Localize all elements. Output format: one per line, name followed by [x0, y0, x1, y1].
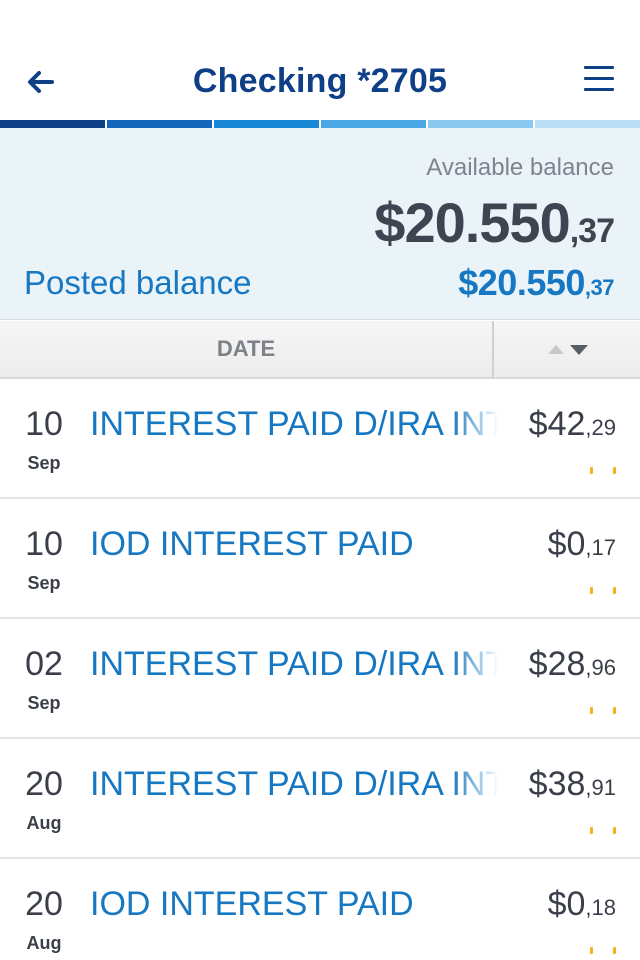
balance-panel: Available balance $20.550,37 Posted bala…	[0, 128, 640, 320]
transaction-month: Sep	[27, 453, 61, 473]
strip-segment	[321, 120, 426, 128]
transaction-amount-whole: $28	[528, 645, 586, 683]
transaction-day: 10	[25, 405, 63, 443]
transaction-flag-icon	[590, 467, 616, 475]
strip-segment	[428, 120, 533, 128]
transaction-flag-icon	[590, 587, 616, 595]
transaction-amount: $42,29	[529, 405, 616, 444]
transaction-description: INTEREST PAID D/IRA INT	[90, 645, 498, 683]
hamburger-menu-icon	[584, 66, 614, 91]
transaction-amount-whole: $0	[547, 885, 586, 923]
description-fade	[452, 759, 498, 813]
transaction-month: Aug	[26, 813, 62, 833]
transaction-month: Sep	[27, 573, 61, 593]
transaction-day: 20	[25, 885, 63, 923]
page-title: Checking *2705	[192, 62, 448, 100]
transaction-row[interactable]: 10 Sep IOD INTEREST PAID $0,17	[0, 499, 640, 619]
posted-balance-amount: $20.550,37	[458, 262, 614, 304]
posted-balance-whole: $20.550	[458, 262, 585, 303]
strip-segment	[107, 120, 212, 128]
column-header: DATE	[0, 321, 640, 379]
description-fade	[452, 639, 498, 693]
strip-segment	[214, 120, 319, 128]
date-column-header[interactable]: DATE	[0, 321, 492, 377]
transaction-amount-cents: ,18	[585, 895, 616, 920]
transaction-row[interactable]: 10 Sep INTEREST PAID D/IRA INT $42,29	[0, 379, 640, 499]
transaction-amount-whole: $42	[528, 405, 586, 443]
menu-button[interactable]	[584, 66, 614, 96]
transaction-amount-cents: ,29	[585, 415, 616, 440]
transaction-flag-icon	[590, 827, 616, 835]
transaction-day: 02	[25, 645, 63, 683]
transaction-day: 20	[25, 765, 63, 803]
transaction-description: IOD INTEREST PAID	[90, 885, 414, 923]
posted-balance-cents: ,37	[584, 275, 615, 300]
transaction-flag-icon	[590, 707, 616, 715]
transaction-amount: $28,96	[529, 645, 616, 684]
transaction-description: IOD INTEREST PAID	[90, 525, 414, 563]
transaction-amount-cents: ,17	[585, 535, 616, 560]
app-header: Checking *2705	[0, 0, 640, 120]
available-balance-cents: ,37	[569, 212, 615, 250]
transaction-month: Aug	[26, 933, 62, 953]
transaction-amount-cents: ,91	[585, 775, 616, 800]
description-fade	[452, 399, 498, 453]
transaction-amount: $0,18	[548, 885, 616, 924]
strip-segment	[0, 120, 105, 128]
transaction-amount-whole: $0	[547, 525, 586, 563]
description-fade	[452, 519, 498, 573]
transaction-list: 10 Sep INTEREST PAID D/IRA INT $42,29 10…	[0, 379, 640, 960]
transaction-description: INTEREST PAID D/IRA INT	[90, 405, 498, 443]
available-balance-whole: $20.550	[374, 191, 570, 254]
transaction-day: 10	[25, 525, 63, 563]
transaction-row[interactable]: 02 Sep INTEREST PAID D/IRA INT $28,96	[0, 619, 640, 739]
sort-button[interactable]	[494, 321, 640, 377]
description-fade	[452, 879, 498, 933]
transaction-amount-whole: $38	[528, 765, 586, 803]
transaction-row[interactable]: 20 Aug INTEREST PAID D/IRA INT $38,91	[0, 739, 640, 859]
available-balance-amount: $20.550,37	[374, 190, 615, 255]
posted-balance-label: Posted balance	[24, 264, 252, 301]
transaction-amount: $0,17	[548, 525, 616, 564]
available-balance-label: Available balance	[426, 154, 614, 181]
transaction-row[interactable]: 20 Aug IOD INTEREST PAID $0,18	[0, 859, 640, 960]
transaction-description: INTEREST PAID D/IRA INT	[90, 765, 498, 803]
transaction-flag-icon	[590, 947, 616, 955]
transaction-month: Sep	[27, 693, 61, 713]
transaction-amount-cents: ,96	[585, 655, 616, 680]
header-color-strip	[0, 120, 640, 128]
strip-segment	[535, 120, 640, 128]
transaction-amount: $38,91	[529, 765, 616, 804]
